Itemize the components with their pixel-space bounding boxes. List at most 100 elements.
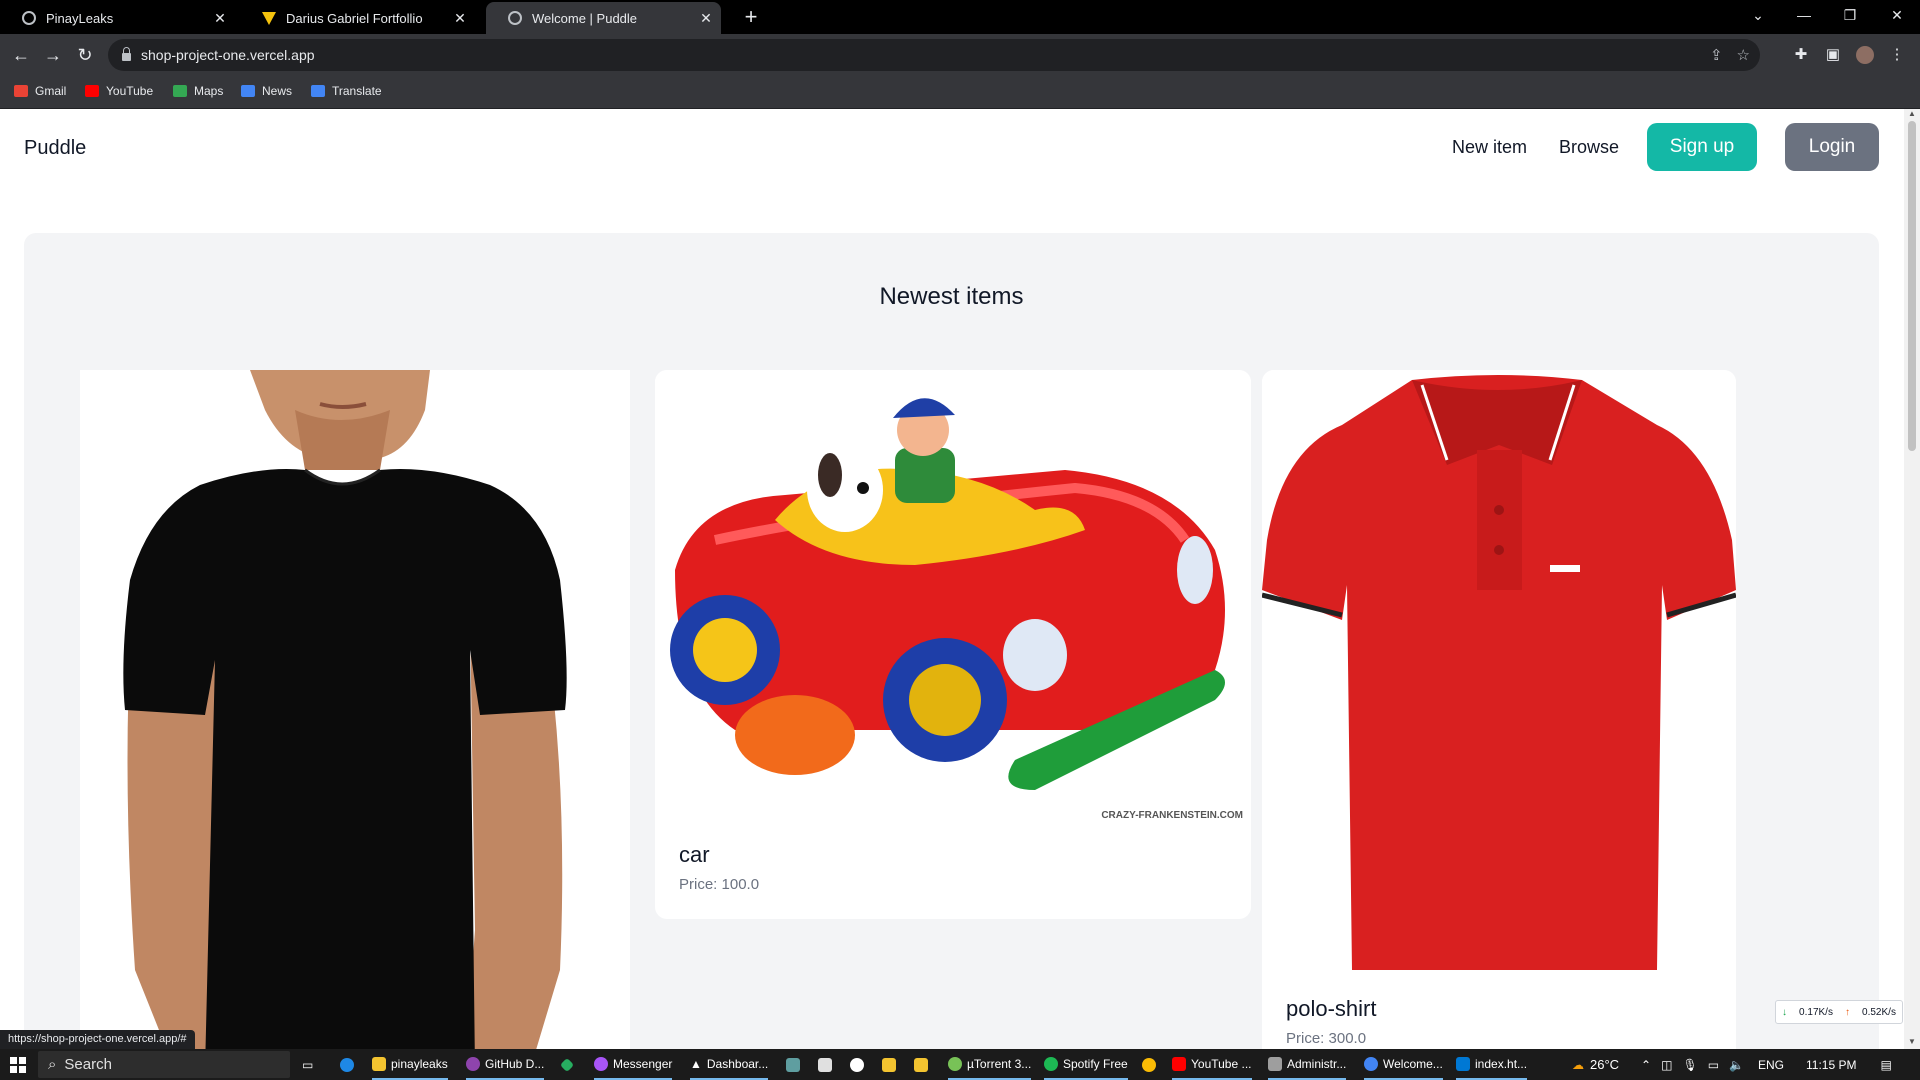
folder-icon [372, 1056, 386, 1071]
scroll-up-icon[interactable]: ▲ [1904, 109, 1920, 121]
taskbar-label: µTorrent 3... [967, 1056, 1032, 1071]
black-tshirt-image [80, 370, 630, 1049]
bookmark-news[interactable]: News [241, 84, 292, 98]
vercel-icon [262, 11, 276, 25]
scroll-down-icon[interactable]: ▼ [1904, 1037, 1920, 1049]
microphone-icon[interactable]: 🎙 [1682, 1058, 1697, 1072]
youtube-icon [1172, 1056, 1186, 1071]
volume-icon[interactable]: 🔈 [1729, 1058, 1744, 1072]
new-tab-button[interactable]: + [736, 2, 766, 32]
meet-icon[interactable]: ◫ [1661, 1058, 1672, 1072]
menu-kebab-icon[interactable]: ⋮ [1884, 42, 1910, 68]
item-card-car[interactable]: CRAZY-FRANKENSTEIN.COM car Price: 100.0 [655, 370, 1251, 919]
spotify-icon [1044, 1056, 1058, 1071]
network-icon[interactable]: ▭ [1708, 1058, 1719, 1072]
taskbar-item-admin[interactable]: Administr... [1268, 1049, 1347, 1080]
back-icon[interactable]: ← [8, 42, 34, 68]
taskbar-item-spotify[interactable]: Spotify Free [1044, 1049, 1128, 1080]
weather-icon[interactable]: ☁ [1572, 1058, 1584, 1072]
section-title: Newest items [879, 283, 1024, 310]
close-icon[interactable]: ✕ [695, 10, 717, 27]
taskbar-item-explorer[interactable]: pinayleaks [372, 1049, 448, 1080]
task-view-icon[interactable]: ▭ [302, 1049, 313, 1080]
tab-title: PinayLeaks [46, 10, 114, 26]
notification-icon[interactable]: ▤ [1880, 1058, 1891, 1072]
url-text[interactable]: shop-project-one.vercel.app [141, 47, 315, 63]
sourcetree-icon[interactable] [559, 1049, 575, 1080]
tray-chevron-icon[interactable]: ⌃ [1641, 1058, 1651, 1072]
app-icon-1[interactable] [786, 1049, 800, 1080]
bookmark-maps[interactable]: Maps [173, 84, 223, 98]
app-icon-2[interactable] [818, 1049, 832, 1080]
item-price: Price: 100.0 [679, 876, 760, 893]
taskbar-label: Welcome... [1383, 1056, 1443, 1071]
globe-icon [22, 11, 36, 25]
taskbar-label: Spotify Free [1063, 1056, 1128, 1071]
close-window-button[interactable]: ✕ [1874, 0, 1920, 30]
bookmarks-bar: Gmail YouTube Maps News Translate [0, 76, 1920, 109]
item-card-polo[interactable]: polo-shirt Price: 300.0 [1262, 370, 1736, 1049]
taskbar-item-welcome[interactable]: Welcome... [1364, 1049, 1443, 1080]
terminal-icon [1268, 1056, 1282, 1071]
taskbar-label: index.ht... [1475, 1056, 1528, 1071]
tab-portfolio[interactable]: Darius Gabriel Fortfollio ✕ [240, 2, 475, 34]
file-icon-2[interactable] [914, 1049, 928, 1080]
item-card-tshirt[interactable] [80, 370, 630, 1049]
nav-new-item-link[interactable]: New item [1452, 137, 1527, 158]
taskbar-item-dashboard[interactable]: ▲ Dashboar... [690, 1049, 769, 1080]
page-scrollbar[interactable]: ▲ ▼ [1904, 109, 1920, 1049]
item-name[interactable]: polo-shirt [1286, 996, 1376, 1022]
extensions-icon[interactable]: ✚ [1788, 42, 1814, 68]
taskbar-item-github[interactable]: GitHub D... [466, 1049, 545, 1080]
search-placeholder: Search [64, 1056, 112, 1073]
reload-icon[interactable]: ↻ [72, 42, 98, 68]
windows-start-icon[interactable] [10, 1057, 26, 1073]
restore-button[interactable]: ❐ [1827, 0, 1873, 30]
sign-up-button[interactable]: Sign up [1647, 123, 1757, 171]
bookmark-label: YouTube [106, 84, 154, 98]
side-panel-icon[interactable]: ▣ [1820, 42, 1846, 68]
forward-icon[interactable]: → [40, 42, 66, 68]
tab-puddle[interactable]: Welcome | Puddle ✕ [486, 2, 721, 34]
edge-icon[interactable] [340, 1049, 354, 1080]
language-indicator[interactable]: ENG [1758, 1058, 1784, 1072]
bookmark-youtube[interactable]: YouTube [85, 84, 153, 98]
toy-car-image: CRAZY-FRANKENSTEIN.COM [655, 370, 1251, 830]
clock[interactable]: 11:15 PM [1806, 1058, 1856, 1072]
bookmark-gmail[interactable]: Gmail [14, 84, 66, 98]
address-bar[interactable]: shop-project-one.vercel.app ⇪ ☆ [108, 39, 1760, 71]
login-button[interactable]: Login [1785, 123, 1879, 171]
taskbar-item-youtube[interactable]: YouTube ... [1172, 1049, 1252, 1080]
messenger-icon [594, 1056, 608, 1071]
bookmark-translate[interactable]: Translate [311, 84, 382, 98]
triangle-icon: ▲ [690, 1056, 702, 1071]
nav-browse-link[interactable]: Browse [1559, 137, 1619, 158]
taskbar-label: GitHub D... [485, 1056, 545, 1071]
file-icon-1[interactable] [882, 1049, 896, 1080]
github-icon[interactable] [850, 1049, 864, 1080]
weather-temp[interactable]: 26°C [1590, 1057, 1619, 1072]
close-icon[interactable]: ✕ [449, 10, 471, 27]
taskbar-item-messenger[interactable]: Messenger [594, 1049, 673, 1080]
minimize-button[interactable]: — [1781, 0, 1827, 30]
windows-taskbar: ⌕ Search ▭ pinayleaks GitHub D... Messen… [0, 1049, 1920, 1080]
item-name[interactable]: car [679, 842, 710, 868]
upload-speed: 0.52K/s [1862, 1006, 1896, 1018]
taskbar-item-utorrent[interactable]: µTorrent 3... [948, 1049, 1032, 1080]
share-icon[interactable]: ⇪ [1710, 46, 1723, 64]
site-brand-logo[interactable]: Puddle [24, 137, 86, 160]
tab-search-icon[interactable]: ⌄ [1735, 0, 1781, 30]
tab-title: Welcome | Puddle [532, 10, 638, 26]
taskbar-item-vscode[interactable]: index.ht... [1456, 1049, 1528, 1080]
search-icon: ⌕ [48, 1056, 57, 1073]
tab-pinayleaks[interactable]: PinayLeaks ✕ [0, 2, 235, 34]
scroll-thumb[interactable] [1908, 121, 1916, 451]
system-tray: ☁ 26°C ⌃ ◫ 🎙 ▭ 🔈 ENG 11:15 PM ▤ [1572, 1049, 1892, 1080]
close-icon[interactable]: ✕ [209, 10, 231, 27]
bookmark-star-icon[interactable]: ☆ [1737, 46, 1750, 64]
chrome-icon[interactable] [1142, 1049, 1156, 1080]
translate-icon [311, 85, 325, 97]
profile-avatar[interactable] [1852, 42, 1878, 68]
image-watermark: CRAZY-FRANKENSTEIN.COM [1101, 810, 1243, 821]
taskbar-search-box[interactable]: ⌕ Search [38, 1051, 290, 1078]
